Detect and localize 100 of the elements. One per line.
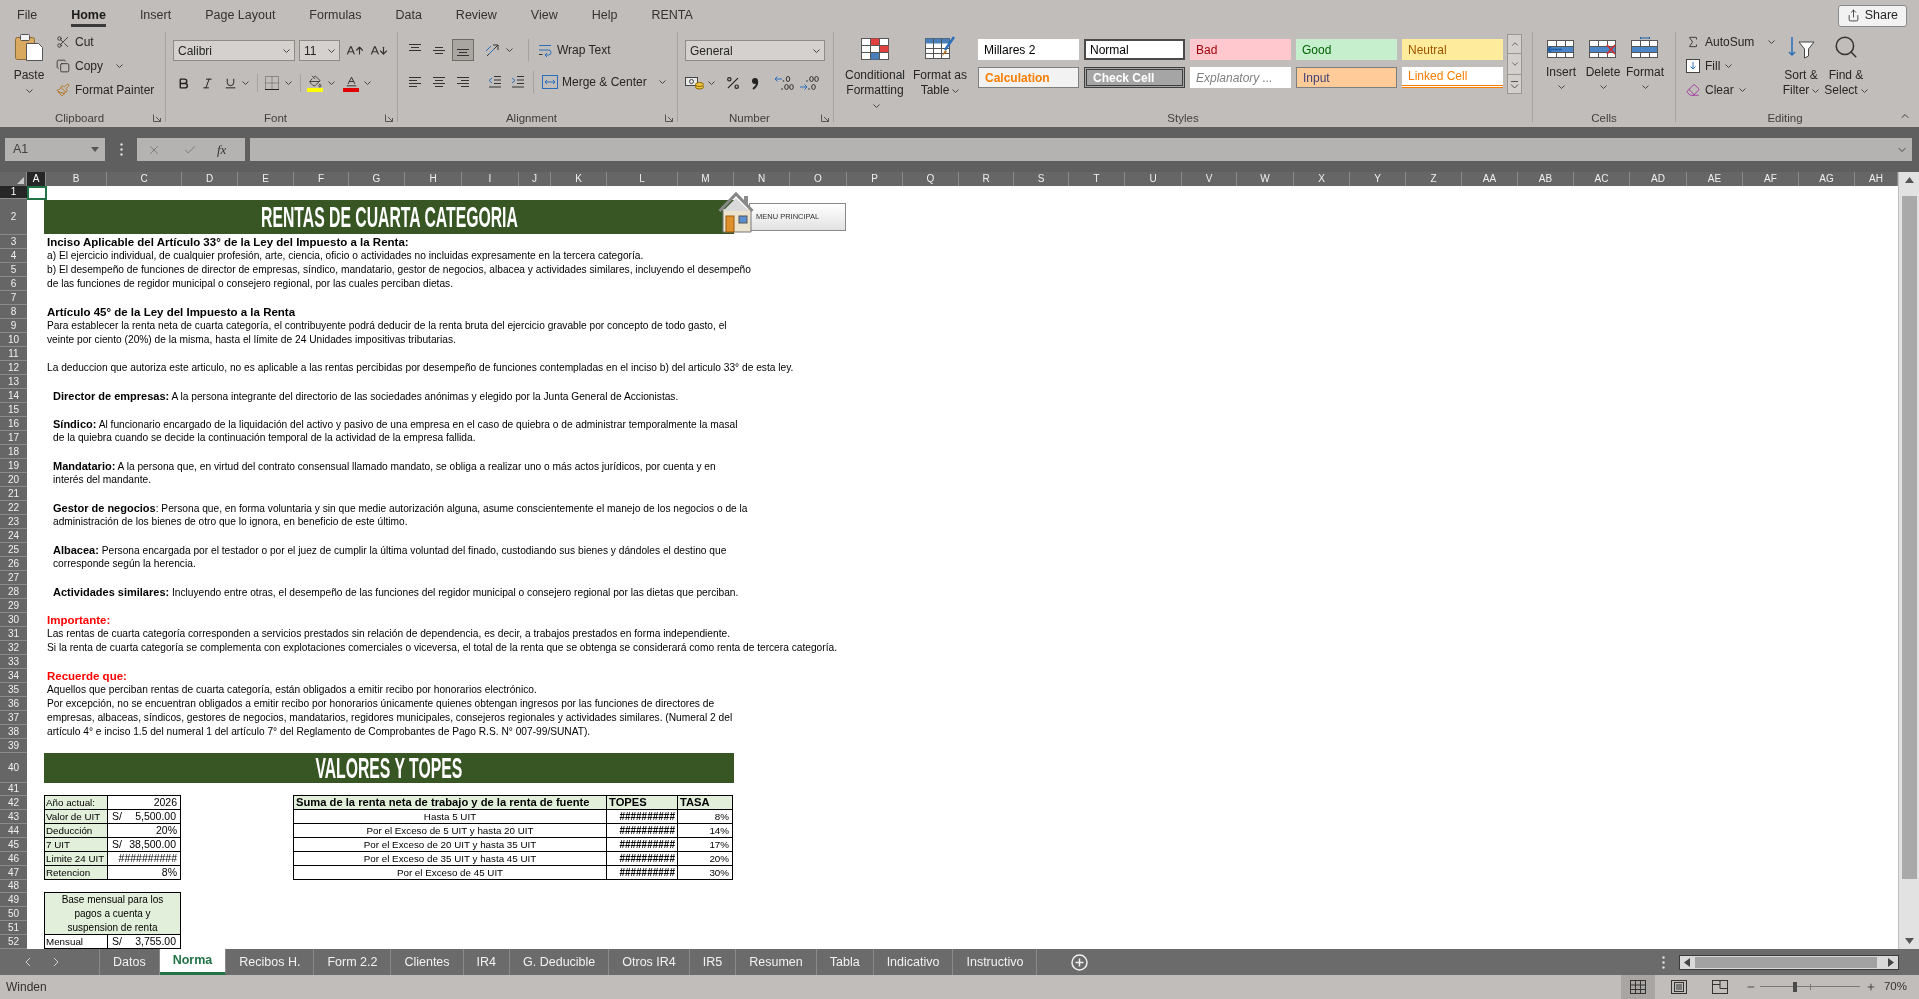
ribbon-tab[interactable]: View [513, 0, 575, 27]
chevron-up-icon [1509, 39, 1520, 49]
find-select-button[interactable]: Find & Select [1823, 27, 1869, 108]
corner-arrow-icon[interactable] [665, 113, 673, 122]
selected-cell[interactable] [27, 186, 47, 200]
wrap-text-button[interactable]: Wrap Text [537, 41, 611, 59]
copy-button[interactable]: Copy [54, 54, 157, 78]
decrease-decimal-icon[interactable] [798, 75, 820, 91]
sort-filter-button[interactable]: Sort & Filter [1779, 27, 1823, 108]
font-size-dropdown[interactable]: 11 [299, 40, 340, 61]
clear-button[interactable]: Clear [1684, 78, 1779, 102]
underline-button[interactable] [224, 76, 249, 90]
sheet-tab[interactable]: Otros IR4 [609, 949, 690, 975]
cell-style-option[interactable]: Bad [1190, 39, 1291, 60]
ribbon-tab[interactable]: Data [378, 0, 439, 27]
percent-icon[interactable] [725, 75, 741, 91]
ribbon-tab[interactable]: Home [54, 0, 123, 27]
plus-circle-icon[interactable] [1071, 953, 1089, 971]
outdent-icon[interactable] [487, 74, 503, 90]
ribbon-tab[interactable]: RENTA [634, 0, 710, 27]
insert-function-button[interactable]: fx [217, 143, 227, 156]
sheet-tab[interactable]: Clientes [391, 949, 464, 975]
merge-center-button[interactable]: Merge & Center [542, 73, 666, 91]
text-line: La deduccion que autoriza este articulo, no es aplicable a las rentas percibidas por desempeño de funciones contempladas en el inciso b) del articulo 33° de esta ley. [47, 361, 794, 375]
align-button[interactable] [452, 39, 474, 61]
name-box[interactable]: A1 [5, 138, 105, 161]
zoom-slider-thumb[interactable] [1792, 982, 1797, 992]
horizontal-scrollbar[interactable] [1679, 954, 1899, 970]
ribbon-tab[interactable]: Help [574, 0, 635, 27]
gallery-more-button[interactable] [1507, 74, 1522, 94]
sheet-tab[interactable]: Datos [100, 949, 160, 975]
ribbon-tab[interactable]: Insert [122, 0, 189, 27]
zoom-slider[interactable] [1759, 982, 1860, 992]
cell-style-option[interactable]: Input [1296, 67, 1397, 88]
share-button[interactable]: Share [1837, 4, 1907, 27]
ribbon-tab[interactable]: Page Layout [188, 0, 293, 27]
sheet-tab[interactable]: IR5 [689, 949, 737, 975]
ribbon-tab[interactable]: Review [438, 0, 514, 27]
scrollbar-thumb[interactable] [1901, 196, 1917, 879]
increase-decimal-icon[interactable] [773, 75, 795, 91]
conditional-formatting-button[interactable]: Conditional Formatting [842, 27, 908, 108]
font-color-button[interactable] [343, 74, 371, 92]
vertical-dots-icon[interactable] [120, 143, 123, 156]
cell-style-option[interactable]: Explanatory ... [1190, 67, 1291, 88]
select-all-triangle-icon[interactable] [17, 177, 24, 184]
sheet-tab[interactable]: Instructivo [953, 949, 1038, 975]
sheet-tab[interactable]: Resumen [736, 949, 817, 975]
sheet-tab[interactable]: Tabla [816, 949, 874, 975]
format-painter-button[interactable]: Format Painter [54, 78, 157, 102]
sheet-tab[interactable]: G. Deducible [510, 949, 610, 975]
cut-button[interactable]: Cut [54, 30, 157, 54]
orientation-button[interactable] [484, 42, 513, 58]
vertical-dots-icon[interactable] [1662, 955, 1665, 969]
fill-button[interactable]: Fill [1684, 54, 1779, 78]
row-header[interactable]: 1 [0, 186, 27, 199]
scroll-left-arrow-icon[interactable] [1684, 957, 1690, 967]
accounting-format-button[interactable] [685, 76, 715, 90]
sheet-tab[interactable]: Form 2.2 [314, 949, 392, 975]
cells-button[interactable]: Format [1624, 27, 1666, 108]
sheet-tab[interactable]: Indicativo [873, 949, 954, 975]
scroll-up-arrow-icon[interactable] [1904, 177, 1914, 183]
ribbon-tab[interactable]: File [0, 0, 55, 27]
scrollbar-thumb[interactable] [1695, 956, 1877, 968]
format-as-table-button[interactable]: Format as Table [912, 27, 968, 108]
caret-icon [873, 103, 880, 108]
cells-button[interactable]: Insert [1540, 27, 1582, 108]
bold-icon[interactable] [177, 76, 190, 90]
paste-button[interactable]: Paste [8, 27, 50, 97]
number-format-dropdown[interactable]: General [685, 40, 825, 61]
zoom-in-icon[interactable] [1865, 982, 1876, 992]
vertical-scrollbar[interactable] [1898, 172, 1919, 949]
view-button[interactable] [1620, 975, 1655, 999]
cell-style-option[interactable]: Good [1296, 39, 1397, 60]
cell-style-option[interactable]: Linked Cell [1402, 67, 1503, 88]
sheet-tab[interactable]: Recibos H. [226, 949, 315, 975]
ribbon-tab[interactable]: Formulas [292, 0, 379, 27]
scroll-right-arrow-icon[interactable] [1888, 957, 1894, 967]
fill-color-button[interactable] [307, 74, 335, 92]
font-family-dropdown[interactable]: Calibri [173, 40, 295, 61]
house-icon[interactable] [718, 191, 754, 233]
cell-style-option[interactable]: Millares 2 [978, 39, 1079, 60]
autosum-button[interactable]: AutoSum [1684, 30, 1779, 54]
comma-icon[interactable] [751, 76, 759, 90]
formula-input[interactable] [250, 138, 1912, 161]
cell-style-option[interactable]: Neutral [1402, 39, 1503, 60]
cells-button[interactable]: Delete [1582, 27, 1624, 108]
scroll-down-arrow-icon[interactable] [1904, 938, 1914, 944]
table-cell: Por el Exceso de 20 UIT y hasta 35 UIT [294, 838, 607, 852]
text-line: de las funciones de regidor municipal o consejero regional, por las cuales perciban dietas. [47, 277, 454, 291]
italic-icon[interactable] [201, 76, 214, 90]
sheet-tab[interactable]: Norma [159, 949, 227, 975]
cell-style-option[interactable]: Normal [1084, 39, 1185, 60]
corner-arrow-icon[interactable] [153, 113, 161, 122]
corner-arrow-icon[interactable] [385, 113, 393, 122]
definition-text: Síndico: Al funcionario encargado de la liquidación del activo y pasivo de una empresa en el caso de quiebra o de administrar temporalmente la masal [53, 417, 738, 431]
sheet-tab[interactable]: IR4 [463, 949, 511, 975]
column-header[interactable]: A [27, 172, 46, 186]
indent-icon[interactable] [510, 74, 526, 90]
corner-arrow-icon[interactable] [821, 113, 829, 122]
borders-button[interactable] [264, 75, 292, 91]
